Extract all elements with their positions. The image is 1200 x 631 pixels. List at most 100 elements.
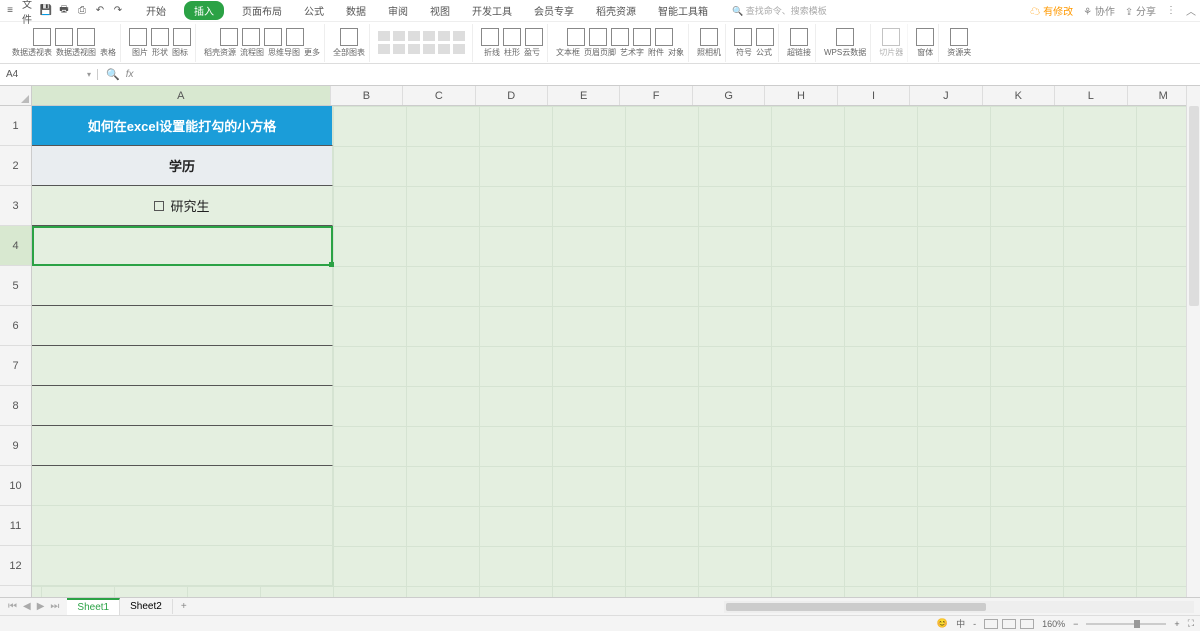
cell-A9[interactable] bbox=[32, 426, 333, 466]
cell-A5[interactable] bbox=[32, 266, 333, 306]
tab-insert[interactable]: 插入 bbox=[184, 1, 224, 20]
spreadsheet-grid[interactable]: A B C D E F G H I J K L M 1 2 3 4 5 6 7 … bbox=[0, 86, 1200, 597]
tab-start[interactable]: 开始 bbox=[142, 1, 170, 20]
tab-view[interactable]: 视图 bbox=[426, 1, 454, 20]
col-header-K[interactable]: K bbox=[983, 86, 1055, 105]
view-page-icon[interactable] bbox=[1002, 619, 1016, 629]
row-header-4[interactable]: 4 bbox=[0, 226, 31, 266]
last-sheet-icon[interactable]: ⏭ bbox=[50, 601, 59, 612]
prev-sheet-icon[interactable]: ◀ bbox=[23, 601, 31, 612]
ime-label[interactable]: 中 bbox=[956, 617, 965, 630]
ribbon-minicharts[interactable] bbox=[374, 24, 473, 62]
first-sheet-icon[interactable]: ⏮ bbox=[8, 601, 17, 612]
col-header-H[interactable]: H bbox=[765, 86, 837, 105]
zoom-in-button[interactable]: + bbox=[1174, 619, 1179, 629]
print-icon[interactable]: 🖶 bbox=[58, 5, 70, 17]
sheet-nav[interactable]: ⏮ ◀ ▶ ⏭ bbox=[0, 601, 67, 612]
tab-data[interactable]: 数据 bbox=[342, 1, 370, 20]
view-normal-icon[interactable] bbox=[984, 619, 998, 629]
col-header-F[interactable]: F bbox=[620, 86, 692, 105]
cell-A8[interactable] bbox=[32, 386, 333, 426]
row-header-1[interactable]: 1 bbox=[0, 106, 31, 146]
scrollbar-thumb[interactable] bbox=[726, 603, 986, 611]
row-header-3[interactable]: 3 bbox=[0, 186, 31, 226]
column-headers[interactable]: A B C D E F G H I J K L M bbox=[32, 86, 1200, 106]
row-header-8[interactable]: 8 bbox=[0, 386, 31, 426]
ribbon-camera[interactable]: 照相机 bbox=[693, 24, 726, 62]
row-header-10[interactable]: 10 bbox=[0, 466, 31, 506]
cell-A1[interactable]: 如何在excel设置能打勾的小方格 bbox=[32, 106, 333, 146]
zoom-value[interactable]: 160% bbox=[1042, 619, 1065, 629]
ribbon-hyperlink[interactable]: 超链接 bbox=[783, 24, 816, 62]
row-header-2[interactable]: 2 bbox=[0, 146, 31, 186]
col-header-B[interactable]: B bbox=[331, 86, 403, 105]
ribbon-sparklines[interactable]: 折线柱形盈亏 bbox=[477, 24, 548, 62]
cell-A2[interactable]: 学历 bbox=[32, 146, 333, 186]
col-header-J[interactable]: J bbox=[910, 86, 982, 105]
search-icon[interactable]: 🔍 bbox=[106, 68, 120, 81]
ribbon-resources[interactable]: 资源夹 bbox=[943, 24, 975, 62]
col-header-G[interactable]: G bbox=[693, 86, 765, 105]
col-header-E[interactable]: E bbox=[548, 86, 620, 105]
preview-icon[interactable]: ⎙ bbox=[76, 5, 88, 17]
collapse-ribbon-icon[interactable]: ︿ bbox=[1186, 3, 1196, 18]
add-sheet-button[interactable]: + bbox=[173, 601, 195, 612]
ribbon-docer[interactable]: 稻壳资源流程图思维导图更多 bbox=[200, 24, 325, 62]
tab-pagelayout[interactable]: 页面布局 bbox=[238, 1, 286, 20]
col-header-L[interactable]: L bbox=[1055, 86, 1127, 105]
select-all-corner[interactable] bbox=[0, 86, 32, 106]
view-buttons[interactable] bbox=[984, 619, 1034, 629]
fullscreen-icon[interactable]: ⛶ bbox=[1188, 618, 1194, 629]
redo-icon[interactable]: ↷ bbox=[112, 5, 124, 17]
collab-button[interactable]: ⚘ 协作 bbox=[1083, 3, 1115, 18]
ribbon-form[interactable]: 窗体 bbox=[912, 24, 939, 62]
vertical-scrollbar[interactable] bbox=[1186, 86, 1200, 597]
tab-devtools[interactable]: 开发工具 bbox=[468, 1, 516, 20]
ime-icon[interactable]: 😊 bbox=[937, 618, 948, 629]
cell-A11[interactable] bbox=[32, 506, 333, 546]
share-button[interactable]: ⇪ 分享 bbox=[1125, 3, 1156, 18]
ribbon-clouddata[interactable]: WPS云数据 bbox=[820, 24, 871, 62]
row-header-12[interactable]: 12 bbox=[0, 546, 31, 586]
changes-indicator[interactable]: ☁ 有修改 bbox=[1030, 3, 1073, 18]
col-header-A[interactable]: A bbox=[32, 86, 331, 105]
row-header-5[interactable]: 5 bbox=[0, 266, 31, 306]
cell-A12[interactable] bbox=[32, 546, 333, 586]
fx-label[interactable]: fx bbox=[126, 69, 134, 80]
ribbon-pivot[interactable]: 数据透视表数据透视图表格 bbox=[8, 24, 121, 62]
col-header-I[interactable]: I bbox=[838, 86, 910, 105]
tab-smarttool[interactable]: 智能工具箱 bbox=[654, 1, 712, 20]
row-header-11[interactable]: 11 bbox=[0, 506, 31, 546]
tab-formula[interactable]: 公式 bbox=[300, 1, 328, 20]
horizontal-scrollbar[interactable] bbox=[724, 601, 1194, 613]
ribbon-charts[interactable]: 全部图表 bbox=[329, 24, 370, 62]
tab-review[interactable]: 审阅 bbox=[384, 1, 412, 20]
name-box[interactable]: A4 ▾ bbox=[0, 69, 98, 80]
cell-area[interactable]: 如何在excel设置能打勾的小方格 学历 研究生 bbox=[32, 106, 1200, 597]
scrollbar-thumb[interactable] bbox=[1189, 106, 1199, 306]
cell-A10[interactable] bbox=[32, 466, 333, 506]
sheet-tab-2[interactable]: Sheet2 bbox=[120, 599, 173, 614]
zoom-slider[interactable] bbox=[1086, 623, 1166, 625]
undo-icon[interactable]: ↶ bbox=[94, 5, 106, 17]
col-header-D[interactable]: D bbox=[476, 86, 548, 105]
row-header-6[interactable]: 6 bbox=[0, 306, 31, 346]
menu-icon[interactable]: ≡ bbox=[4, 5, 16, 17]
command-search[interactable]: 🔍 查找命令、搜索模板 bbox=[732, 4, 827, 17]
row-header-7[interactable]: 7 bbox=[0, 346, 31, 386]
tab-docer[interactable]: 稻壳资源 bbox=[592, 1, 640, 20]
row-headers[interactable]: 1 2 3 4 5 6 7 8 9 10 11 12 bbox=[0, 106, 32, 597]
checkbox-icon[interactable] bbox=[154, 201, 164, 211]
cell-A6[interactable] bbox=[32, 306, 333, 346]
col-header-C[interactable]: C bbox=[403, 86, 475, 105]
more-icon[interactable]: ⋮ bbox=[1166, 5, 1176, 16]
ribbon-text[interactable]: 文本框页眉页脚艺术字附件对象 bbox=[552, 24, 689, 62]
view-break-icon[interactable] bbox=[1020, 619, 1034, 629]
row-header-9[interactable]: 9 bbox=[0, 426, 31, 466]
cell-A7[interactable] bbox=[32, 346, 333, 386]
ribbon-symbols[interactable]: 符号公式 bbox=[730, 24, 779, 62]
file-label[interactable]: 文件 bbox=[22, 5, 34, 17]
tab-member[interactable]: 会员专享 bbox=[530, 1, 578, 20]
zoom-out-button[interactable]: − bbox=[1073, 619, 1078, 629]
save-icon[interactable]: 💾 bbox=[40, 5, 52, 17]
